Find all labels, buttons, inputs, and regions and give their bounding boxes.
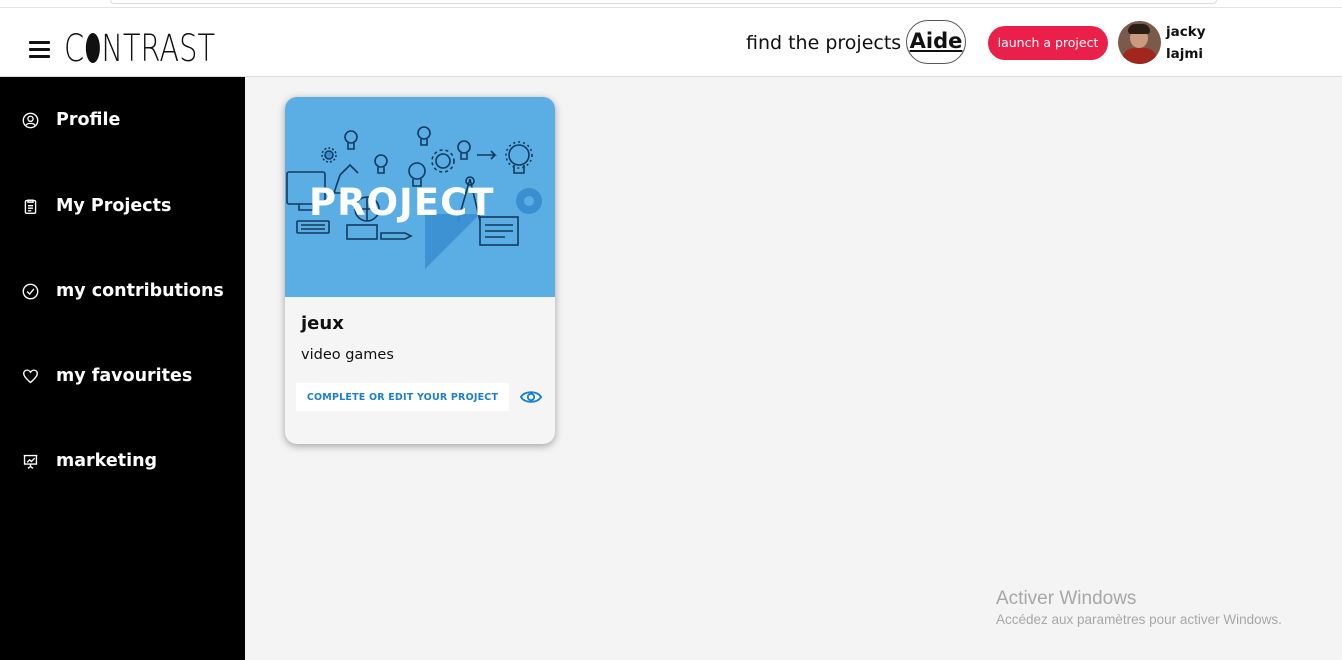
sidebar-item-my-contributions[interactable]: my contributions [22, 279, 224, 303]
windows-activation-watermark: Activer Windows Accédez aux paramètres p… [996, 587, 1282, 630]
cover-caption: PROJECT [309, 181, 495, 224]
sidebar-item-my-favourites[interactable]: my favourites [22, 364, 192, 388]
hamburger-menu-icon[interactable] [29, 41, 50, 62]
launch-project-button[interactable]: launch a project [988, 26, 1108, 60]
sidebar-item-label: my contributions [56, 281, 224, 301]
sidebar-item-label: Profile [56, 110, 121, 130]
check-circle-icon [22, 283, 39, 299]
user-avatar[interactable] [1118, 21, 1161, 64]
project-cover-image: PROJECT [285, 97, 555, 297]
sidebar-item-label: my favourites [56, 366, 193, 386]
find-projects-link[interactable]: find the projects [746, 32, 901, 54]
sidebar-item-profile[interactable]: Profile [22, 108, 120, 132]
clipboard-icon [24, 198, 37, 214]
user-name[interactable]: jacky lajmi [1166, 21, 1206, 65]
sidebar-item-label: My Projects [56, 196, 172, 216]
project-illustration: PROJECT [286, 126, 542, 269]
user-first-name: jacky [1166, 24, 1206, 40]
sidebar-item-marketing[interactable]: marketing [22, 449, 157, 473]
top-header: C NTRAST find the projects Aide launch a … [0, 7, 1342, 77]
watermark-title: Activer Windows [996, 588, 1137, 609]
aide-link[interactable]: Aide [906, 20, 966, 64]
watermark-subtitle: Accédez aux paramètres pour activer Wind… [996, 612, 1282, 627]
heart-icon [23, 368, 38, 383]
sidebar: Profile My Projects my contributions my … [0, 77, 245, 660]
project-title[interactable]: jeux [301, 313, 344, 334]
project-category: video games [301, 347, 394, 363]
user-circle-icon [22, 112, 39, 128]
presentation-chart-icon [23, 454, 38, 469]
sidebar-item-my-projects[interactable]: My Projects [22, 194, 171, 218]
project-card[interactable]: PROJECT jeux video games COMPLETE OR EDI… [285, 97, 555, 444]
edit-project-button[interactable]: COMPLETE OR EDIT YOUR PROJECT [296, 383, 509, 411]
eye-icon[interactable] [520, 388, 542, 406]
browser-top-strip [0, 0, 1342, 7]
contrast-logo[interactable]: C NTRAST [64, 29, 215, 69]
user-last-name: lajmi [1166, 46, 1204, 62]
sidebar-item-label: marketing [56, 451, 158, 471]
